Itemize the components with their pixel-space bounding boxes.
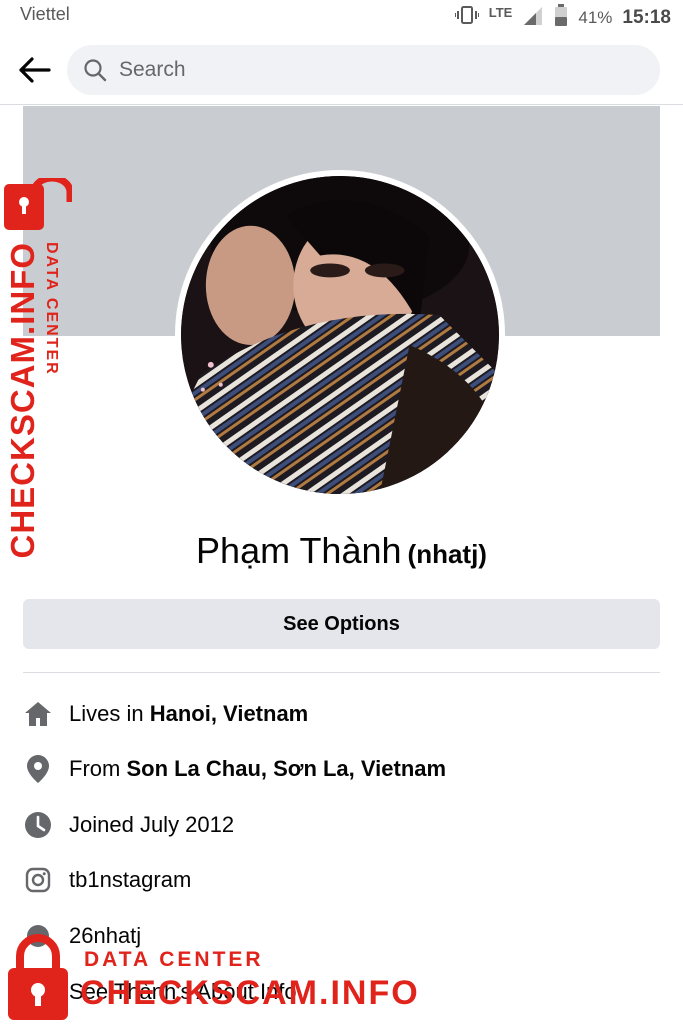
clock: 15:18 xyxy=(622,6,671,28)
lives-in-prefix: Lives in xyxy=(69,701,150,726)
clock-icon xyxy=(23,810,53,840)
info-row-lives-in: Lives in Hanoi, Vietnam xyxy=(23,696,308,732)
signal-icon xyxy=(522,5,544,30)
see-options-button[interactable]: See Options xyxy=(23,599,660,649)
padlock-icon xyxy=(8,934,68,1020)
search-bar[interactable] xyxy=(67,45,660,95)
battery-percent: 41% xyxy=(578,7,613,27)
lives-in-place[interactable]: Hanoi, Vietnam xyxy=(150,701,309,727)
profile-photo-image xyxy=(181,176,499,494)
padlock-icon xyxy=(4,178,72,230)
vibrate-icon xyxy=(453,5,480,30)
search-icon xyxy=(83,57,109,83)
status-bar: Viettel LTE 41% 15:18 xyxy=(0,0,683,36)
profile-name-main: Phạm Thành xyxy=(196,530,402,571)
instagram-icon xyxy=(23,865,53,895)
watermark-bottom: DATA CENTER CHECKSCAM.INFO xyxy=(0,930,420,1024)
info-row-joined: Joined July 2012 xyxy=(23,807,234,843)
home-icon xyxy=(23,699,53,729)
search-input[interactable] xyxy=(117,57,621,83)
info-row-instagram[interactable]: tb1nstagram xyxy=(23,862,191,898)
instagram-handle[interactable]: tb1nstagram xyxy=(69,867,191,893)
arrow-left-icon xyxy=(19,57,51,83)
location-pin-icon xyxy=(23,754,53,784)
profile-picture[interactable] xyxy=(175,170,505,500)
joined-date: Joined July 2012 xyxy=(69,812,235,837)
battery-icon xyxy=(554,4,568,31)
from-prefix: From xyxy=(69,756,127,781)
back-button[interactable] xyxy=(14,52,54,88)
top-header xyxy=(0,36,683,105)
watermark-top-line: DATA CENTER xyxy=(84,948,264,971)
from-place[interactable]: Son La Chau, Sơn La, Vietnam xyxy=(126,756,446,782)
carrier-name: Viettel xyxy=(20,4,70,24)
status-icons: LTE 41% 15:18 xyxy=(453,4,671,31)
divider xyxy=(23,672,660,673)
watermark-brand: CHECKSCAM.INFO xyxy=(80,974,420,1012)
watermark-side: CHECKSCAM.INFO DATA CENTER xyxy=(0,178,75,559)
profile-name: Phạm Thành (nhatj) xyxy=(0,530,683,572)
info-row-from: From Son La Chau, Sơn La, Vietnam xyxy=(23,751,446,787)
watermark-brand-vertical: CHECKSCAM.INFO xyxy=(4,242,41,559)
network-type: LTE xyxy=(488,5,513,20)
profile-alternate-name: (nhatj) xyxy=(407,539,487,569)
watermark-top-line-vertical: DATA CENTER xyxy=(43,242,60,376)
